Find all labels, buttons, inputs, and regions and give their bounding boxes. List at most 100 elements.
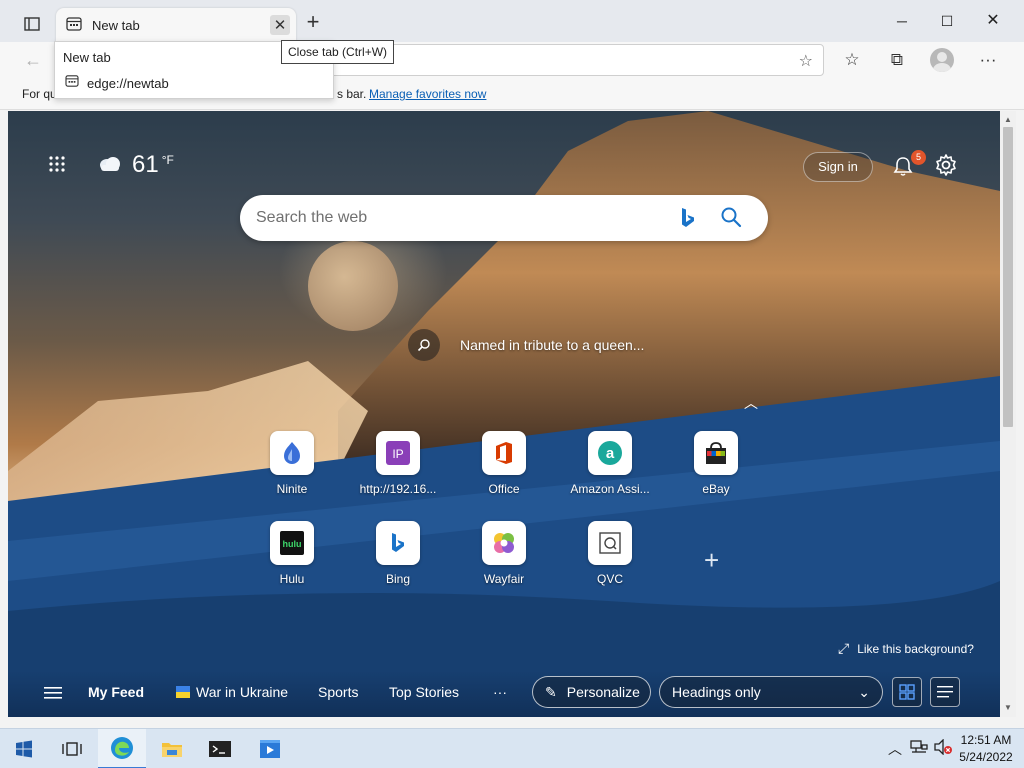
list-view-button[interactable] bbox=[930, 677, 960, 707]
system-clock[interactable]: 12:51 AM 5/24/2022 bbox=[956, 732, 1016, 766]
moon-image bbox=[308, 241, 398, 331]
maximize-button[interactable]: ☐ bbox=[936, 10, 958, 32]
quick-link-hulu[interactable]: hulu Hulu bbox=[244, 521, 340, 586]
svg-text:hulu: hulu bbox=[283, 539, 302, 549]
feed-more-button[interactable]: ··· bbox=[493, 684, 507, 700]
new-tab-page-icon bbox=[66, 16, 82, 34]
address-bar[interactable]: ☆ bbox=[330, 44, 824, 76]
quick-link-office[interactable]: Office bbox=[456, 431, 552, 496]
svg-text:a: a bbox=[606, 445, 615, 462]
tile-label: http://192.16... bbox=[359, 482, 437, 496]
feed-tab-sports[interactable]: Sports bbox=[318, 684, 358, 700]
personalize-label: Personalize bbox=[566, 684, 640, 700]
tile-label: QVC bbox=[596, 572, 623, 586]
scroll-up-arrow-icon[interactable]: ▲ bbox=[1004, 115, 1012, 124]
menu-icon[interactable] bbox=[44, 686, 62, 700]
quick-link-wayfair[interactable]: Wayfair bbox=[456, 521, 552, 586]
ip-icon: IP bbox=[376, 431, 420, 475]
tile-label: Amazon Assi... bbox=[570, 482, 650, 496]
search-box[interactable]: Search the web bbox=[240, 195, 768, 241]
clock-date: 5/24/2022 bbox=[959, 750, 1013, 764]
sign-in-button[interactable]: Sign in bbox=[803, 152, 873, 182]
expand-icon: ⤢ bbox=[838, 640, 850, 656]
quick-link-qvc[interactable]: QVC bbox=[562, 521, 658, 586]
bing-logo-icon[interactable] bbox=[680, 207, 696, 232]
layout-dropdown-value: Headings only bbox=[672, 684, 761, 700]
tab-actions-icon[interactable] bbox=[18, 12, 46, 36]
manage-favorites-link[interactable]: Manage favorites now bbox=[369, 87, 486, 101]
close-tab-button[interactable]: ✕ bbox=[270, 15, 290, 35]
feed-tab-label: War in Ukraine bbox=[196, 684, 289, 700]
quick-link-bing[interactable]: Bing bbox=[350, 521, 446, 586]
quick-link-ebay[interactable]: eBay bbox=[668, 431, 764, 496]
edge-taskbar-icon[interactable] bbox=[98, 729, 146, 768]
qvc-icon bbox=[588, 521, 632, 565]
hover-card-url: edge://newtab bbox=[87, 76, 169, 91]
chevron-up-icon[interactable]: ︿ bbox=[744, 393, 758, 413]
notification-badge: 5 bbox=[911, 150, 926, 165]
page-scrollbar[interactable]: ▲ ▼ bbox=[1000, 111, 1016, 717]
profile-avatar[interactable] bbox=[930, 48, 954, 72]
favorites-icon[interactable]: ☆ bbox=[840, 50, 864, 70]
tab-new-tab[interactable]: New tab ✕ bbox=[56, 8, 296, 42]
minimize-button[interactable]: ─ bbox=[891, 10, 913, 32]
app-launcher-icon[interactable] bbox=[48, 155, 72, 179]
ukraine-flag-icon bbox=[176, 686, 190, 698]
start-button[interactable] bbox=[0, 729, 48, 768]
show-hidden-icons-chevron-icon[interactable]: ︿ bbox=[888, 739, 902, 759]
feed-tab-top-stories[interactable]: Top Stories bbox=[389, 684, 459, 700]
temperature: 61 bbox=[132, 151, 159, 178]
task-view-icon[interactable] bbox=[48, 729, 96, 768]
feed-tab-war-in-ukraine[interactable]: War in Ukraine bbox=[176, 684, 288, 700]
feed-tab-my-feed[interactable]: My Feed bbox=[88, 684, 144, 700]
wayfair-icon bbox=[482, 521, 526, 565]
quick-link-amazon-assistant[interactable]: a Amazon Assi... bbox=[562, 431, 658, 496]
layout-dropdown[interactable]: Headings only ⌄ bbox=[659, 676, 883, 708]
caption-text: Named in tribute to a queen... bbox=[460, 337, 645, 353]
tile-label: Hulu bbox=[279, 572, 305, 586]
network-icon[interactable] bbox=[910, 739, 928, 758]
new-tab-page: 61 °F Sign in 5 Search the web Named in … bbox=[8, 111, 1000, 717]
new-tab-button[interactable]: + bbox=[302, 11, 324, 34]
terminal-icon[interactable] bbox=[196, 729, 244, 768]
ninite-icon bbox=[270, 431, 314, 475]
close-window-button[interactable]: ✕ bbox=[982, 10, 1004, 32]
weather-widget[interactable]: 61 °F bbox=[98, 151, 174, 179]
add-quick-link-button[interactable]: + bbox=[704, 545, 719, 576]
add-favorite-icon[interactable]: ☆ bbox=[799, 51, 813, 71]
temperature-unit: °F bbox=[161, 153, 174, 167]
bing-icon bbox=[376, 521, 420, 565]
like-background-button[interactable]: ⤢ Like this background? bbox=[838, 640, 974, 657]
tab-title: New tab bbox=[92, 17, 140, 33]
quick-link-ip[interactable]: IP http://192.16... bbox=[350, 431, 446, 496]
scrollbar-thumb[interactable] bbox=[1003, 127, 1013, 427]
hulu-icon: hulu bbox=[270, 521, 314, 565]
file-explorer-icon[interactable] bbox=[148, 729, 196, 768]
search-placeholder: Search the web bbox=[256, 209, 368, 226]
settings-gear-icon[interactable] bbox=[934, 153, 960, 179]
back-button[interactable]: ← bbox=[24, 50, 42, 71]
favorites-bar-text-end: s bar. bbox=[337, 87, 367, 101]
tile-label: Ninite bbox=[276, 482, 308, 496]
collections-icon[interactable]: ⧉ bbox=[885, 50, 909, 70]
svg-text:IP: IP bbox=[392, 447, 403, 461]
title-bar: New tab ✕ + ─ ☐ ✕ bbox=[0, 0, 1024, 42]
pencil-icon: ✎ bbox=[545, 683, 557, 700]
quick-link-ninite[interactable]: Ninite bbox=[244, 431, 340, 496]
amazon-assistant-icon: a bbox=[588, 431, 632, 475]
office-icon bbox=[482, 431, 526, 475]
tile-label: Office bbox=[488, 482, 520, 496]
image-caption[interactable]: Named in tribute to a queen... bbox=[408, 329, 644, 361]
scroll-down-arrow-icon[interactable]: ▼ bbox=[1004, 703, 1012, 712]
tile-label: eBay bbox=[702, 482, 730, 496]
taskbar: ︿ 12:51 AM 5/24/2022 bbox=[0, 728, 1024, 768]
visual-search-icon[interactable] bbox=[408, 329, 440, 361]
personalize-button[interactable]: ✎ Personalize bbox=[532, 676, 651, 708]
grid-view-button[interactable] bbox=[892, 677, 922, 707]
volume-muted-icon[interactable] bbox=[933, 738, 953, 758]
search-icon[interactable] bbox=[720, 206, 742, 231]
more-options-icon[interactable]: ··· bbox=[976, 50, 1000, 70]
chevron-down-icon: ⌄ bbox=[858, 683, 870, 700]
media-player-icon[interactable] bbox=[246, 729, 294, 768]
cloud-icon bbox=[98, 155, 122, 176]
